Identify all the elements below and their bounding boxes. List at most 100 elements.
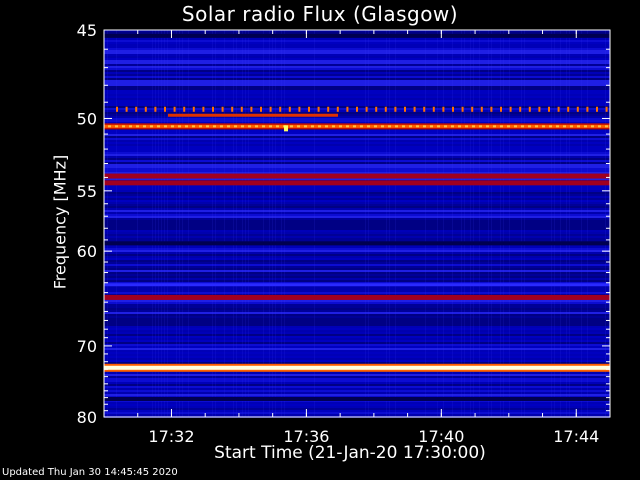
emission-dot (248, 125, 251, 128)
noise-column (233, 30, 234, 417)
updated-timestamp: Updated Thu Jan 30 14:45:45 2020 (2, 467, 178, 478)
noise-column (224, 30, 225, 417)
interference-spike (548, 106, 550, 112)
interference-spike (154, 106, 157, 112)
noise-column (176, 30, 177, 417)
noise-column (248, 30, 249, 417)
y-tick-label: 50 (77, 109, 97, 128)
noise-column (500, 30, 501, 417)
noise-column (182, 30, 183, 417)
interference-spike (413, 106, 416, 112)
emission-dot (332, 125, 335, 128)
noise-column (245, 30, 246, 417)
interference-spike (240, 106, 243, 112)
emission-dot (542, 125, 545, 128)
emission-dot (570, 125, 573, 128)
emission-dot (150, 125, 153, 128)
emission-dot (346, 125, 349, 128)
emission-dot (535, 125, 538, 128)
emission-dot (402, 125, 405, 128)
emission-dot (507, 125, 510, 128)
noise-column (554, 30, 555, 417)
noise-column (473, 30, 474, 417)
interference-spike (567, 106, 570, 112)
noise-column (569, 30, 570, 417)
emission-dot (591, 125, 594, 128)
emission-dot (430, 125, 433, 128)
emission-dot (598, 125, 601, 128)
emission-band (104, 283, 610, 287)
noise-column (437, 30, 438, 417)
emission-dot (437, 125, 440, 128)
emission-dot (241, 125, 244, 128)
interference-spike (288, 106, 291, 112)
noise-column (158, 30, 159, 417)
noise-column (188, 30, 189, 417)
interference-spike (202, 106, 205, 112)
noise-column (551, 30, 552, 417)
emission-dot (374, 125, 377, 128)
noise-column (152, 30, 153, 417)
emission-dot (458, 125, 461, 128)
interference-spike (327, 106, 330, 112)
noise-column (470, 30, 471, 417)
noise-column (521, 30, 522, 417)
emission-dot (192, 125, 195, 128)
noise-column (389, 30, 390, 417)
spectrogram-plot (103, 29, 611, 418)
emission-dot (290, 125, 293, 128)
interference-spike (375, 106, 378, 112)
emission-dot (234, 125, 237, 128)
noise-column (581, 30, 582, 417)
emission-dot (465, 125, 468, 128)
emission-dot (185, 125, 188, 128)
emission-dot (143, 125, 146, 128)
emission-band (104, 365, 610, 370)
emission-dot (115, 125, 118, 128)
emission-dot (479, 125, 482, 128)
emission-dot (108, 125, 111, 128)
interference-spike (221, 106, 224, 112)
noise-column (479, 30, 480, 417)
noise-column (452, 30, 453, 417)
y-axis-label: Frequency [MHz] (50, 154, 70, 290)
noise-column (503, 30, 504, 417)
noise-column (215, 30, 216, 417)
interference-spike (212, 106, 214, 112)
emission-dot (199, 125, 202, 128)
emission-dot (171, 125, 174, 128)
emission-segment (168, 113, 338, 117)
emission-dot (262, 125, 265, 128)
y-tick-label: 55 (77, 182, 97, 201)
emission-band (104, 396, 610, 401)
emission-burst (284, 125, 288, 132)
noise-column (560, 30, 561, 417)
noise-column (509, 30, 510, 417)
emission-dot (339, 125, 342, 128)
interference-spike (192, 106, 195, 112)
chart-title: Solar radio Flux (Glasgow) (181, 2, 459, 26)
emission-band (104, 294, 610, 300)
interference-spike (279, 106, 282, 112)
interference-spike (164, 106, 166, 112)
emission-dot (297, 125, 300, 128)
noise-column (488, 30, 489, 417)
noise-column (491, 30, 492, 417)
emission-dot (220, 125, 223, 128)
emission-dot (395, 125, 398, 128)
emission-dot (206, 125, 209, 128)
emission-dot (311, 125, 314, 128)
noise-column (605, 30, 606, 417)
noise-column (443, 30, 444, 417)
interference-spike (308, 106, 310, 112)
interference-spike (500, 106, 502, 112)
interference-spike (586, 106, 589, 112)
noise-column (566, 30, 567, 417)
emission-dot (584, 125, 587, 128)
emission-dot (325, 125, 328, 128)
interference-spike (144, 106, 147, 112)
interference-spike (432, 106, 435, 112)
interference-spike (231, 106, 234, 112)
noise-column (284, 30, 285, 417)
noise-column (587, 30, 588, 417)
